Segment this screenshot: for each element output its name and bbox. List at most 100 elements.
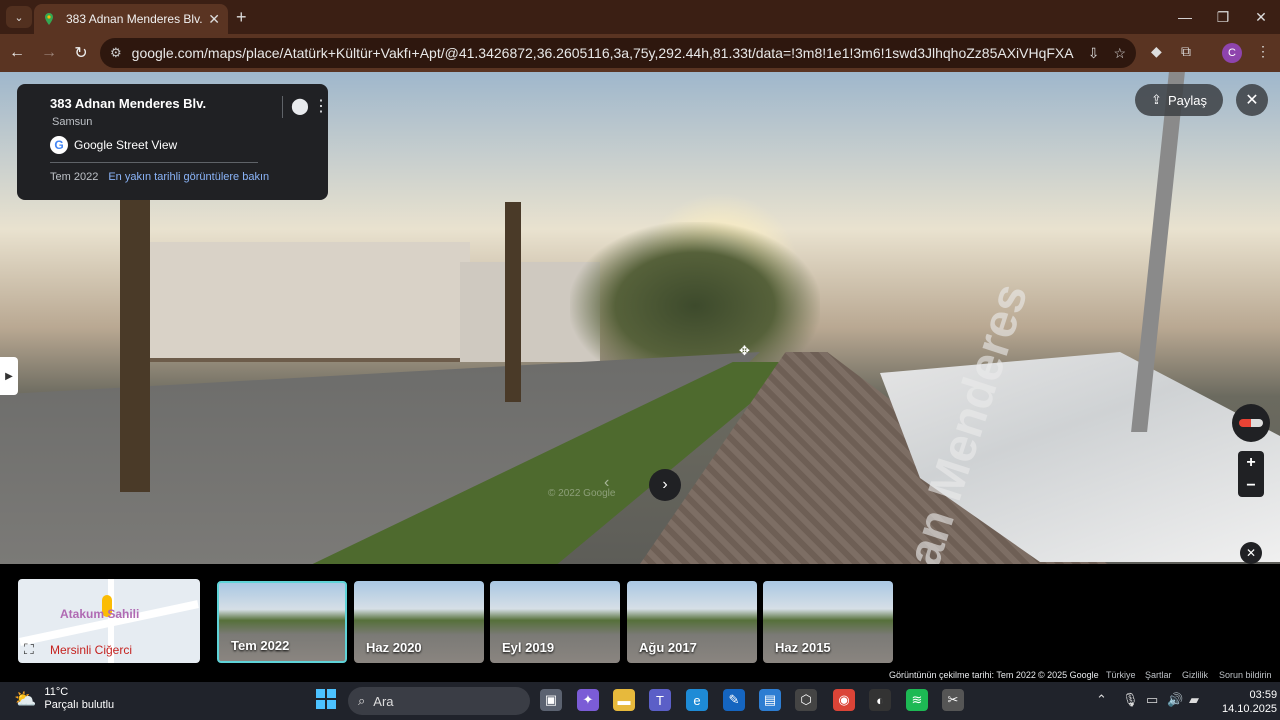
- expand-map-icon[interactable]: ⛶: [24, 641, 34, 658]
- bookmark-star-icon[interactable]: ☆: [1113, 45, 1126, 62]
- volume-icon[interactable]: 🔊: [1167, 692, 1183, 708]
- profile-avatar[interactable]: C: [1222, 43, 1242, 63]
- app-hexagon-icon[interactable]: ⬡: [795, 689, 817, 711]
- close-timeline-button[interactable]: ✕: [1240, 542, 1262, 564]
- close-street-view-button[interactable]: ✕: [1236, 84, 1268, 116]
- install-app-icon[interactable]: ⇩: [1088, 45, 1100, 62]
- map-label-beach: Atakum Sahili: [60, 607, 140, 621]
- snipping-tool-icon[interactable]: ✂: [942, 689, 964, 711]
- microphone-icon[interactable]: 🎙: [1122, 692, 1139, 708]
- search-icon: ⌕: [358, 693, 366, 708]
- palm-trunk-left: [120, 192, 150, 492]
- weather-condition: Parçalı bulutlu: [44, 699, 115, 711]
- extensions-puzzle-icon[interactable]: ⧉: [1181, 43, 1191, 60]
- spotify-icon[interactable]: ≋: [906, 689, 928, 711]
- close-window-button[interactable]: ✕: [1242, 0, 1280, 34]
- more-options-icon[interactable]: ⋮: [313, 96, 329, 116]
- region-link[interactable]: Türkiye: [1106, 670, 1136, 680]
- clock-date: 14.10.2025: [1222, 703, 1278, 715]
- imagery-date: Tem 2022: [50, 171, 99, 183]
- expand-side-panel-button[interactable]: ▶: [0, 357, 18, 395]
- timeline-thumb-label: Haz 2015: [775, 640, 831, 655]
- timeline-thumb-4[interactable]: Ağu 2017: [627, 581, 757, 663]
- weather-widget[interactable]: ⛅ 11°C Parçalı bulutlu: [14, 686, 114, 712]
- search-label: Ara: [373, 693, 394, 709]
- task-view-icon[interactable]: ▣: [540, 689, 562, 711]
- store-icon[interactable]: ▤: [759, 689, 781, 711]
- move-cursor-icon: ✥: [739, 343, 750, 358]
- compass-needle-icon: [1239, 419, 1263, 427]
- palm-trunk-center: [505, 202, 521, 402]
- forward-button[interactable]: →: [34, 44, 64, 62]
- share-button[interactable]: ⇪ Paylaş: [1135, 84, 1223, 116]
- tray-overflow-icon[interactable]: ⌃: [1096, 692, 1107, 708]
- tab-title: 383 Adnan Menderes Blv. - Google: [66, 12, 203, 26]
- next-image-button[interactable]: ›: [649, 469, 681, 501]
- minimize-button[interactable]: —: [1166, 0, 1204, 34]
- start-button[interactable]: [316, 689, 336, 709]
- window-controls: — ❐ ✕: [1166, 0, 1280, 34]
- tree-cluster: [570, 222, 820, 362]
- copyright-footer: © 2025 Google: [1038, 670, 1099, 680]
- chrome-icon[interactable]: ◉: [833, 689, 855, 711]
- system-clock[interactable]: 03:59 14.10.2025: [1222, 688, 1277, 716]
- extension-diamond-icon[interactable]: ◆: [1151, 43, 1162, 60]
- imagery-date-row: Tem 2022 En yakın tarihli görüntülere ba…: [50, 171, 328, 183]
- windows-taskbar: [0, 682, 1280, 720]
- timeline-thumb-1[interactable]: Tem 2022: [217, 581, 347, 663]
- card-divider: [50, 162, 258, 163]
- steam-icon[interactable]: ◐: [869, 689, 891, 711]
- maximize-button[interactable]: ❐: [1204, 0, 1242, 34]
- timeline-thumb-label: Tem 2022: [231, 638, 290, 653]
- back-button[interactable]: ←: [2, 44, 32, 62]
- address-bar[interactable]: ⚙ google.com/maps/place/Atatürk+Kültür+V…: [100, 38, 1136, 68]
- new-tab-button[interactable]: +: [236, 7, 247, 28]
- google-logo-icon: G: [50, 136, 68, 154]
- display-icon[interactable]: ▭: [1146, 692, 1158, 708]
- share-label: Paylaş: [1167, 92, 1207, 108]
- browser-tab-active[interactable]: 383 Adnan Menderes Blv. - Google ✕: [34, 4, 228, 34]
- hotel-building: [150, 242, 470, 362]
- timeline-thumb-5[interactable]: Haz 2015: [763, 581, 893, 663]
- location-city: Samsun: [52, 116, 93, 128]
- share-icon: ⇪: [1151, 92, 1162, 107]
- timeline-thumb-3[interactable]: Eyl 2019: [490, 581, 620, 663]
- copilot-icon[interactable]: ✦: [577, 689, 599, 711]
- capture-date-footer: Görüntünün çekilme tarihi: Tem 2022: [889, 670, 1036, 680]
- clock-time: 03:59: [1249, 689, 1278, 701]
- zoom-in-button[interactable]: +: [1246, 454, 1255, 472]
- browser-menu-icon[interactable]: ⋮: [1256, 43, 1270, 60]
- terms-link[interactable]: Şartlar: [1145, 670, 1172, 680]
- timeline-thumb-2[interactable]: Haz 2020: [354, 581, 484, 663]
- location-pin-icon[interactable]: ⬤: [291, 96, 309, 116]
- reload-button[interactable]: ↻: [66, 43, 96, 63]
- zoom-control: + −: [1238, 451, 1264, 497]
- edge-icon[interactable]: e: [686, 689, 708, 711]
- battery-icon[interactable]: ▰: [1189, 692, 1199, 708]
- browser-toolbar: ← → ↻ ⚙ google.com/maps/place/Atatürk+Kü…: [0, 34, 1280, 72]
- maps-favicon-icon: [45, 13, 53, 25]
- mini-map[interactable]: Atakum Sahili Mersinli Ciğerci ⛶: [18, 579, 200, 663]
- file-explorer-icon[interactable]: ▬: [613, 689, 635, 711]
- location-info-card: 383 Adnan Menderes Blv. Samsun G Google …: [17, 84, 329, 200]
- tab-close-icon[interactable]: ✕: [208, 11, 220, 28]
- location-title: 383 Adnan Menderes Blv.: [50, 96, 207, 111]
- card-separator: [282, 96, 283, 118]
- report-problem-link[interactable]: Sorun bildirin: [1219, 670, 1272, 680]
- temperature: 11°C: [44, 686, 69, 698]
- app-icon[interactable]: ✎: [723, 689, 745, 711]
- zoom-out-button[interactable]: −: [1246, 477, 1255, 495]
- compass-control[interactable]: [1232, 404, 1270, 442]
- latest-imagery-link[interactable]: En yakın tarihli görüntülere bakın: [108, 171, 269, 183]
- map-label-restaurant: Mersinli Ciğerci: [50, 643, 133, 657]
- url-text: google.com/maps/place/Atatürk+Kültür+Vak…: [131, 45, 1074, 61]
- taskbar-search[interactable]: ⌕ Ara: [348, 687, 530, 715]
- timeline-thumb-label: Ağu 2017: [639, 640, 697, 655]
- partly-cloudy-icon: ⛅: [14, 688, 37, 709]
- tab-search-button[interactable]: ⌄: [6, 6, 32, 28]
- site-info-icon[interactable]: ⚙: [110, 45, 122, 61]
- timeline-thumb-label: Haz 2020: [366, 640, 422, 655]
- privacy-link[interactable]: Gizlilik: [1182, 670, 1208, 680]
- teams-icon[interactable]: T: [649, 689, 671, 711]
- timeline-thumb-label: Eyl 2019: [502, 640, 555, 655]
